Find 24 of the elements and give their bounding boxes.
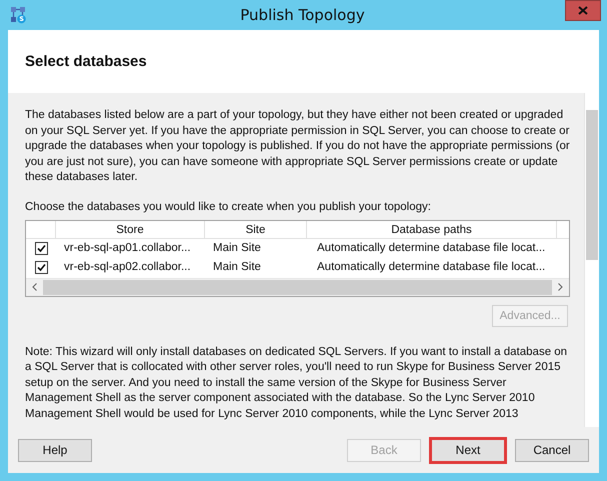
page-heading: Select databases bbox=[25, 53, 147, 70]
app-icon bbox=[10, 6, 26, 24]
checkbox[interactable] bbox=[34, 242, 48, 255]
intro-text: The databases listed below are a part of your topology, but they have either not been created or upgraded on your SQL Server yet. If you have the appropriate permission in SQL Server, you can choose to create or upgrade the databases when your topology is published. If you do not have the appropriate permissions (or you are just not sure), you can have someone with appropriate SQL Server permissions create or update these databases later. bbox=[25, 108, 570, 186]
close-icon bbox=[578, 6, 588, 15]
cancel-button[interactable]: Cancel bbox=[515, 438, 589, 462]
table-cell-text: vr-eb-sql-ap01.collabor... bbox=[63, 240, 192, 256]
table-cell-text: Main Site bbox=[212, 260, 262, 275]
help-button[interactable]: Help bbox=[18, 438, 92, 462]
table-cell-text: Automatically determine database file locat... bbox=[316, 260, 546, 275]
column-header: Database paths bbox=[307, 220, 557, 239]
table-cell-text: vr-eb-sql-ap02.collabor... bbox=[63, 260, 192, 275]
choose-label: Choose the databases you would like to create when you publish your topology: bbox=[25, 200, 432, 215]
table-cell-text: Automatically determine database file locat... bbox=[316, 240, 546, 256]
column-header: Store bbox=[56, 220, 205, 239]
next-button[interactable]: Next bbox=[431, 438, 505, 462]
note-text: Note: This wizard will only install databases on dedicated SQL Servers. If you want to install a database on a SQL Server that is collocated with other server roles, you'll need to run Skype for Business Server 2015 setup on the server. And you need to install the same version of the Skype for Business Server Management Shell as the server component associated with the database. So the Lync Server 2010 Management Shell would be used for Lync Server 2010 components, while the Lync Server 2013 bbox=[25, 344, 568, 422]
checkbox[interactable] bbox=[34, 260, 48, 274]
window-title: Publish Topology bbox=[239, 6, 366, 24]
vertical-scrollbar[interactable] bbox=[584, 93, 599, 427]
close-button[interactable] bbox=[565, 0, 601, 21]
horizontal-scrollbar[interactable] bbox=[26, 278, 569, 296]
column-header: Site bbox=[205, 220, 307, 239]
table-cell-text: Main Site bbox=[212, 240, 262, 256]
